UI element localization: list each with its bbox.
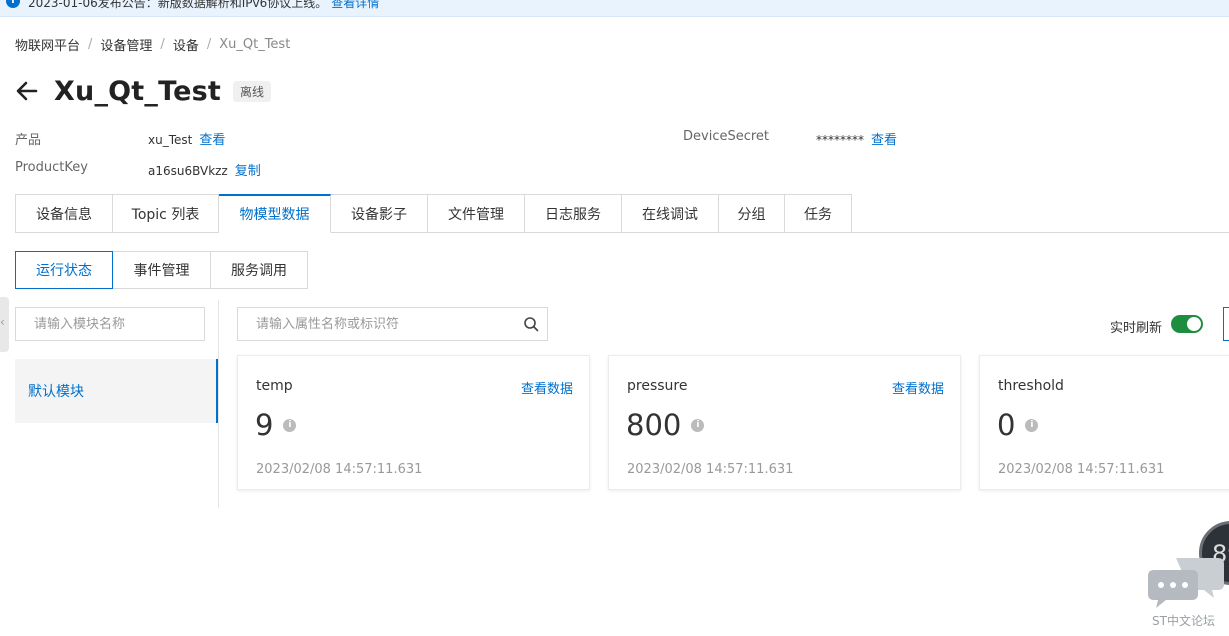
breadcrumb-current: Xu_Qt_Test xyxy=(219,37,291,52)
devicesecret-value-group: ******** 查看 xyxy=(816,129,897,148)
info-icon[interactable]: i xyxy=(1025,418,1039,432)
forum-chat-icon[interactable] xyxy=(1146,550,1226,610)
view-data-link[interactable]: 查看数据 xyxy=(892,378,944,397)
notice-bar: i 2023-01-06发布公告：新版数据解析和IPv6协议上线。 查看详情 xyxy=(0,0,1229,17)
tab-log-service[interactable]: 日志服务 xyxy=(525,194,622,233)
breadcrumb-separator: / xyxy=(160,37,165,52)
subtab-event-management[interactable]: 事件管理 xyxy=(113,251,211,289)
page-title: Xu_Qt_Test xyxy=(54,75,222,107)
property-search-input[interactable] xyxy=(238,309,523,339)
breadcrumb-separator: / xyxy=(206,37,212,52)
productkey-value-group: a16su6BVkzz 复制 xyxy=(148,160,261,179)
product-value-group: xu_Test 查看 xyxy=(148,129,225,148)
property-value: 0 xyxy=(997,408,1016,442)
notice-detail-link[interactable]: 查看详情 xyxy=(331,0,379,10)
productkey-value: a16su6BVkzz xyxy=(148,164,228,178)
main-tabs: 设备信息 Topic 列表 物模型数据 设备影子 文件管理 日志服务 在线调试 … xyxy=(15,194,852,233)
tab-device-info[interactable]: 设备信息 xyxy=(15,194,113,233)
tab-topic-list[interactable]: Topic 列表 xyxy=(113,194,219,233)
sidebar-collapse-handle[interactable]: ‹ xyxy=(0,297,9,352)
search-icon[interactable] xyxy=(523,316,539,332)
property-name: temp xyxy=(256,378,293,394)
productkey-copy-link[interactable]: 复制 xyxy=(235,164,261,179)
tab-device-shadow[interactable]: 设备影子 xyxy=(331,194,428,233)
notice-text: 2023-01-06发布公告：新版数据解析和IPv6协议上线。 查看详情 xyxy=(28,0,379,11)
devicesecret-label: DeviceSecret xyxy=(683,129,770,144)
property-value-row: 0 i xyxy=(997,408,1039,442)
product-label: 产品 xyxy=(15,133,42,148)
subtab-running-status[interactable]: 运行状态 xyxy=(15,251,113,289)
breadcrumb-iot-platform[interactable]: 物联网平台 xyxy=(15,35,80,54)
module-item-label: 默认模块 xyxy=(28,384,84,400)
property-value: 800 xyxy=(626,408,682,442)
property-value: 9 xyxy=(255,408,274,442)
property-name: threshold xyxy=(998,378,1064,394)
breadcrumb-device-management[interactable]: 设备管理 xyxy=(100,35,152,54)
view-data-link[interactable]: 查看数据 xyxy=(521,378,573,397)
property-card-pressure: pressure 查看数据 800 i 2023/02/08 14:57:11.… xyxy=(608,355,961,490)
tab-file-management[interactable]: 文件管理 xyxy=(428,194,525,233)
status-badge: 离线 xyxy=(233,80,272,102)
info-icon: i xyxy=(6,0,20,8)
info-icon[interactable]: i xyxy=(283,418,297,432)
subtab-service-invoke[interactable]: 服务调用 xyxy=(211,251,308,289)
info-icon[interactable]: i xyxy=(691,418,705,432)
module-search xyxy=(15,307,205,341)
property-timestamp: 2023/02/08 14:57:11.631 xyxy=(998,462,1165,477)
devicesecret-view-link[interactable]: 查看 xyxy=(871,133,897,148)
tab-group[interactable]: 分组 xyxy=(719,194,785,233)
breadcrumb-separator: / xyxy=(88,37,93,52)
property-timestamp: 2023/02/08 14:57:11.631 xyxy=(627,462,794,477)
product-value: xu_Test xyxy=(148,133,193,147)
toggle-knob xyxy=(1187,317,1201,331)
breadcrumb-device[interactable]: 设备 xyxy=(173,35,199,54)
devicesecret-value: ******** xyxy=(816,133,864,147)
sub-tabs: 运行状态 事件管理 服务调用 xyxy=(15,251,308,289)
notice-message: 2023-01-06发布公告：新版数据解析和IPv6协议上线。 xyxy=(28,0,328,10)
property-card-temp: temp 查看数据 9 i 2023/02/08 14:57:11.631 xyxy=(237,355,590,490)
realtime-refresh-label: 实时刷新 xyxy=(1110,321,1163,336)
tab-thing-model-data[interactable]: 物模型数据 xyxy=(219,194,331,233)
panel-divider xyxy=(218,300,219,508)
back-arrow-icon[interactable] xyxy=(14,78,40,104)
chevron-left-icon: ‹ xyxy=(0,315,5,329)
forum-watermark: ST中文论坛 xyxy=(1152,614,1215,628)
property-timestamp: 2023/02/08 14:57:11.631 xyxy=(256,462,423,477)
property-name: pressure xyxy=(627,378,688,394)
property-card-threshold: threshold 0 i 2023/02/08 14:57:11.631 xyxy=(979,355,1229,490)
tab-online-debug[interactable]: 在线调试 xyxy=(622,194,719,233)
property-value-row: 9 i xyxy=(255,408,297,442)
module-search-input[interactable] xyxy=(16,309,204,339)
productkey-label: ProductKey xyxy=(15,160,88,175)
title-row: Xu_Qt_Test 离线 xyxy=(14,72,272,110)
property-value-row: 800 i xyxy=(626,408,705,442)
tab-task[interactable]: 任务 xyxy=(785,194,852,233)
view-toggle-button[interactable] xyxy=(1223,307,1229,341)
property-search xyxy=(237,307,548,341)
breadcrumb: 物联网平台 / 设备管理 / 设备 / Xu_Qt_Test xyxy=(15,35,290,54)
realtime-refresh-toggle[interactable] xyxy=(1171,315,1203,333)
module-item-default[interactable]: 默认模块 xyxy=(15,359,218,423)
product-view-link[interactable]: 查看 xyxy=(199,133,225,148)
